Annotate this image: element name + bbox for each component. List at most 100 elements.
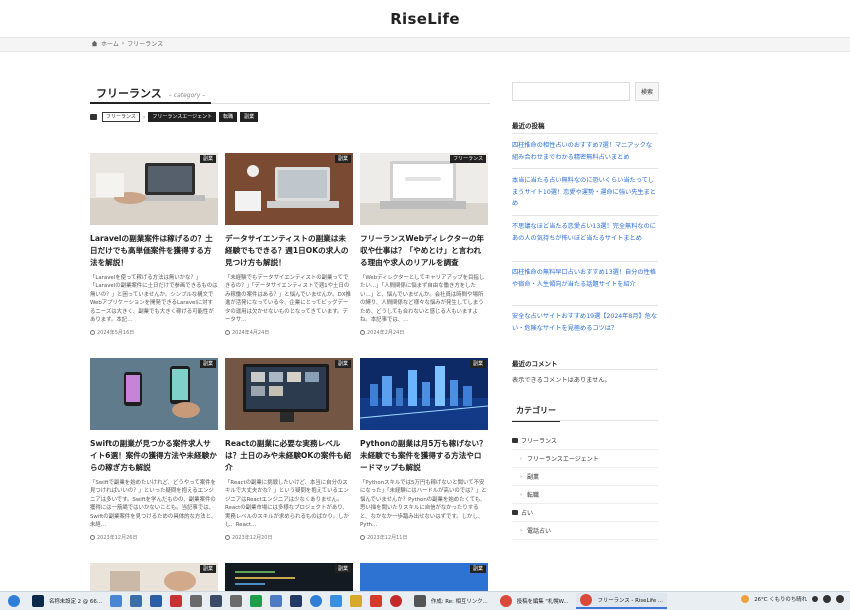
category-item-label[interactable]: 副業 [527,472,539,481]
photoshop-icon [32,595,44,607]
taskbar-chrome-editor[interactable]: 投稿を編集 "札幌W... [496,593,573,609]
start-icon[interactable] [8,595,20,607]
post-date: 2023年12月20日 [225,534,353,541]
app-icon[interactable] [289,595,302,607]
page-title: フリーランス [96,87,162,100]
city-photo [360,358,488,430]
category-badge[interactable]: 副業 [334,360,351,368]
post-thumbnail[interactable]: 副業 [360,358,488,430]
tag-job-change[interactable]: 転職 [219,112,238,122]
post-thumbnail[interactable]: 副業 [90,358,218,430]
post-thumbnail[interactable]: 副業 [225,153,353,225]
tag-freelance-agent[interactable]: フリーランスエージェント [148,112,217,122]
taskbar-chrome-risellife[interactable]: フリーランス - RiseLife ... [576,593,668,609]
app-icon[interactable] [109,595,122,607]
category-badge[interactable]: 副業 [334,565,351,573]
laptop-photo [225,153,353,225]
category-item-label[interactable]: 転職 [527,490,539,499]
category-item-freelance-agent[interactable]: › フリーランスエージェント [512,450,658,468]
app-icon[interactable] [229,595,242,607]
breadcrumb-home[interactable]: ホーム [101,39,119,48]
app-icon[interactable] [249,595,262,607]
category-item-label[interactable]: 電話占い [527,526,551,535]
home-icon [91,40,98,47]
post-thumbnail[interactable]: 副業 [225,563,353,591]
search-input[interactable] [512,82,630,101]
site-title[interactable]: RiseLife [390,10,460,28]
post-title[interactable]: Reactの副業に必要な実務レベルは？土日のみや未経験OKの案件も紹介 [225,438,353,474]
post-date-text: 2023年12月11日 [367,535,408,542]
category-item-label[interactable]: 占い [521,508,533,517]
app-icon[interactable] [329,595,342,607]
recent-post-link[interactable]: 不思議なほど当たる恋愛占い13選！完全無料なのにあの人の気持ちが怖いほど当たるサ… [512,221,658,244]
post-title[interactable]: Pythonの副業は月5万も稼げない？未経験でも案件を獲得する方法やロードマップ… [360,438,488,474]
app-icon[interactable] [189,595,202,607]
post-card[interactable]: 副業 Swiftの副業が見つかる案件求人サイト6選！案件の獲得方法や未経験からの… [90,358,218,541]
recent-post-link[interactable]: 安全な占いサイトおすすめ19選【2024年8月】危ない・危険なサイトを見極めるコ… [512,311,658,334]
app-icon[interactable] [129,595,142,607]
post-title[interactable]: フリーランスWebディレクターの年収や仕事は？「やめとけ」と言われる理由や求人の… [360,233,488,269]
category-item-freelance[interactable]: フリーランス [512,432,658,450]
recent-post-link[interactable]: 本当に当たる占い無料なのに恐いくらい当たってしまうサイト10選！恋愛や運勢・運命… [512,175,658,210]
post-card[interactable]: 副業 Pythonの副業は月5万も稼げない？未経験でも案件を獲得する方法やロード… [360,358,488,541]
chevron-up-icon[interactable] [812,596,818,602]
app-icon[interactable] [169,595,182,607]
taskbar-compose[interactable]: 作成: Re: 相互リンク... [410,593,492,609]
post-thumbnail[interactable]: 副業 [360,563,488,591]
recent-post-link[interactable]: 四柱推命の相性占いのおすすめ7選！マニアックな組み合わせまでわかる精密無料占いま… [512,140,658,163]
category-item-fortune[interactable]: 占い [512,504,658,522]
divider [512,133,658,134]
post-title[interactable]: データサイエンティストの副業は未経験でもできる？週1日OKの求人の見つけ方も解説… [225,233,353,269]
app-icon[interactable] [209,595,222,607]
category-badge[interactable]: 副業 [469,360,486,368]
network-icon[interactable] [823,595,831,603]
category-item-job-change[interactable]: › 転職 [512,486,658,504]
post-card[interactable]: フリーランス フリーランスWebディレクターの年収や仕事は？「やめとけ」と言われ… [360,153,488,336]
divider [512,305,658,306]
app-icon[interactable] [309,595,322,607]
breadcrumb-bar: ホーム › フリーランス [0,38,850,52]
post-date: 2024年5月16日 [90,329,218,336]
category-badge[interactable]: 副業 [469,565,486,573]
mail-icon[interactable] [149,595,162,607]
tag-freelance[interactable]: フリーランス [102,112,140,122]
category-item-label[interactable]: フリーランス [521,436,557,445]
post-card[interactable]: 副業 Laravelの副業案件は稼げるの？土日だけでも高単価案件を獲得する方法を… [90,153,218,336]
chevron-right-icon: › [520,527,522,534]
search-button[interactable]: 検索 [635,82,659,101]
category-item-phone-fortune[interactable]: › 電話占い [512,522,658,540]
post-card[interactable]: 副業 Reactの副業に必要な実務レベルは？土日のみや未経験OKの案件も紹介 「… [225,358,353,541]
taskbar-task-label: 投稿を編集 "札幌W... [516,599,569,605]
tag-side-job[interactable]: 副業 [240,112,259,122]
post-title[interactable]: Laravelの副業案件は稼げるの？土日だけでも高単価案件を獲得する方法を解説！ [90,233,218,269]
post-card[interactable]: 副業 [90,563,218,591]
category-item-side-job[interactable]: › 副業 [512,468,658,486]
clock-icon [90,330,95,336]
folder-icon [90,114,97,120]
post-date: 2023年12月26日 [90,534,218,541]
post-title[interactable]: Swiftの副業が見つかる案件求人サイト6選！案件の獲得方法や未経験からの稼ぎ方… [90,438,218,474]
post-thumbnail[interactable]: 副業 [225,358,353,430]
monitor-photo [225,358,353,430]
taskbar-photoshop[interactable]: 名称未設定 2 @ 66... [28,593,106,609]
category-badge[interactable]: 副業 [199,360,216,368]
post-card[interactable]: 副業 データサイエンティストの副業は未経験でもできる？週1日OKの求人の見つけ方… [225,153,353,336]
post-card[interactable]: 副業 [360,563,488,591]
app-icon[interactable] [349,595,362,607]
post-thumbnail[interactable]: フリーランス [360,153,488,225]
category-badge[interactable]: 副業 [199,155,216,163]
weather-text[interactable]: 26°C くもりのち晴れ [754,595,807,603]
recent-post-link[interactable]: 四柱推命の無料早口占いおすすめ13選！自分の性格や宿命・人生傾向が当たる話題サイ… [512,267,658,290]
category-item-label[interactable]: フリーランスエージェント [527,454,599,463]
category-badge[interactable]: フリーランス [450,155,486,163]
opera-icon[interactable] [389,595,402,607]
chrome-icon [499,595,512,607]
category-badge[interactable]: 副業 [199,565,216,573]
post-thumbnail[interactable]: 副業 [90,563,218,591]
app-icon[interactable] [269,595,282,607]
category-badge[interactable]: 副業 [334,155,351,163]
post-card[interactable]: 副業 [225,563,353,591]
app-icon[interactable] [369,595,382,607]
volume-icon[interactable] [836,595,844,603]
post-thumbnail[interactable]: 副業 [90,153,218,225]
